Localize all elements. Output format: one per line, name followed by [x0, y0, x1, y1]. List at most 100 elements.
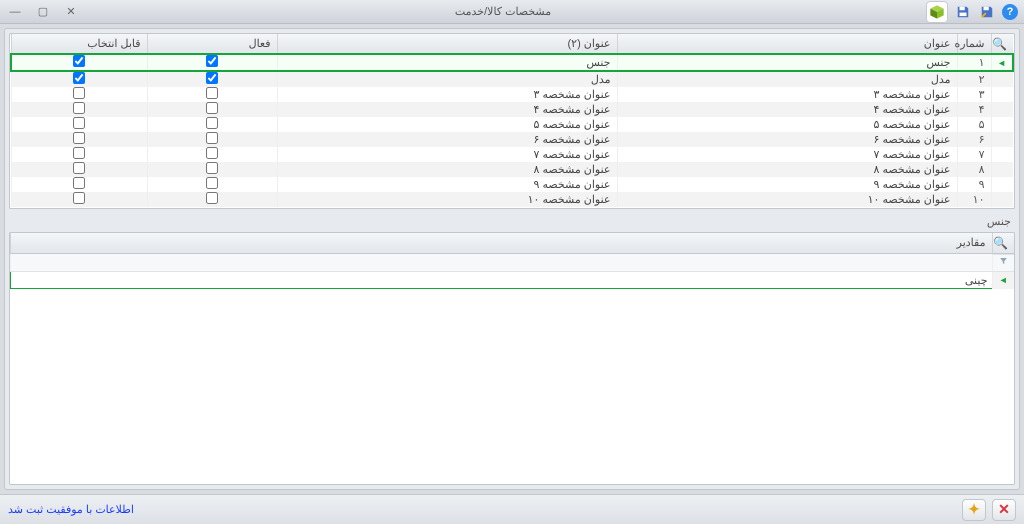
row-handle-icon[interactable]: [991, 192, 1013, 207]
table-row[interactable]: ۵عنوان مشخصه ۵عنوان مشخصه ۵: [11, 117, 1013, 132]
active-checkbox[interactable]: [206, 55, 218, 67]
values-filter-row: [11, 253, 1015, 272]
table-row[interactable]: ۷عنوان مشخصه ۷عنوان مشخصه ۷: [11, 147, 1013, 162]
active-checkbox[interactable]: [206, 132, 218, 144]
cell-selectable: [11, 162, 147, 177]
selectable-checkbox[interactable]: [73, 72, 85, 84]
row-handle-icon[interactable]: [991, 132, 1013, 147]
col-number[interactable]: شماره: [957, 34, 991, 54]
cell-active: [147, 87, 277, 102]
table-row[interactable]: ۳عنوان مشخصه ۳عنوان مشخصه ۳: [11, 87, 1013, 102]
cell-title2: عنوان مشخصه ۶: [277, 132, 617, 147]
maximize-icon[interactable]: ▢: [34, 3, 52, 21]
cell-title1: عنوان مشخصه ۸: [617, 162, 957, 177]
active-checkbox[interactable]: [206, 177, 218, 189]
add-button[interactable]: ✦: [962, 499, 986, 521]
close-icon[interactable]: ✕: [62, 3, 80, 21]
cell-number: ۸: [957, 162, 991, 177]
row-handle-icon[interactable]: [991, 177, 1013, 192]
save-icon[interactable]: [954, 3, 972, 21]
filter-icon[interactable]: [992, 254, 1014, 272]
row-handle-icon[interactable]: [991, 87, 1013, 102]
grid-header-row: 🔍 شماره عنوان عنوان (۲) فعال قابل انتخاب: [11, 34, 1013, 54]
selectable-checkbox[interactable]: [73, 192, 85, 204]
col-selectable[interactable]: قابل انتخاب: [11, 34, 147, 54]
titlebar: ? مشخصات کالا/خدمت — ▢ ✕: [0, 0, 1024, 24]
cell-selectable: [11, 102, 147, 117]
table-row[interactable]: ۲مدلمدل: [11, 71, 1013, 87]
cell-title1: عنوان مشخصه ۵: [617, 117, 957, 132]
cell-active: [147, 54, 277, 71]
cell-active: [147, 192, 277, 207]
cell-number: ۵: [957, 117, 991, 132]
selectable-checkbox[interactable]: [73, 162, 85, 174]
cell-title2: عنوان مشخصه ۳: [277, 87, 617, 102]
table-row[interactable]: ۹عنوان مشخصه ۹عنوان مشخصه ۹: [11, 177, 1013, 192]
filter-cell[interactable]: [11, 253, 993, 272]
values-search-icon[interactable]: 🔍: [992, 233, 1014, 253]
minimize-icon[interactable]: —: [6, 3, 24, 21]
selectable-checkbox[interactable]: [73, 87, 85, 99]
col-values[interactable]: مقادیر: [11, 233, 993, 253]
app-logo-icon: [926, 1, 948, 23]
col-title2[interactable]: عنوان (۲): [277, 34, 617, 54]
col-active[interactable]: فعال: [147, 34, 277, 54]
cell-title2: جنس: [277, 54, 617, 71]
cell-title2: مدل: [277, 71, 617, 87]
cell-selectable: [11, 117, 147, 132]
app-window: ? مشخصات کالا/خدمت — ▢ ✕ 🔍 شماره عنوان: [0, 0, 1024, 524]
cell-number: ۲: [957, 71, 991, 87]
row-handle-icon[interactable]: [991, 71, 1013, 87]
cell-title2: عنوان مشخصه ۹: [277, 177, 617, 192]
cell-number: ۷: [957, 147, 991, 162]
cell-title1: عنوان مشخصه ۷: [617, 147, 957, 162]
active-checkbox[interactable]: [206, 192, 218, 204]
save-exit-icon[interactable]: [978, 3, 996, 21]
cell-selectable: [11, 87, 147, 102]
search-column-icon[interactable]: 🔍: [991, 34, 1013, 54]
help-icon[interactable]: ?: [1002, 4, 1018, 20]
cell-selectable: [11, 177, 147, 192]
table-row[interactable]: ۸عنوان مشخصه ۸عنوان مشخصه ۸: [11, 162, 1013, 177]
cell-number: ۹: [957, 177, 991, 192]
selectable-checkbox[interactable]: [73, 102, 85, 114]
active-checkbox[interactable]: [206, 162, 218, 174]
row-handle-icon[interactable]: ◄: [991, 54, 1013, 71]
selectable-checkbox[interactable]: [73, 117, 85, 129]
col-title1[interactable]: عنوان: [617, 34, 957, 54]
table-row[interactable]: ◄۱جنسجنس: [11, 54, 1013, 71]
cell-title1: عنوان مشخصه ۴: [617, 102, 957, 117]
row-handle-icon[interactable]: [991, 117, 1013, 132]
value-cell-selected[interactable]: چینی: [11, 272, 993, 289]
active-checkbox[interactable]: [206, 102, 218, 114]
window-title: مشخصات کالا/خدمت: [80, 5, 926, 18]
row-handle-icon[interactable]: [991, 102, 1013, 117]
cell-number: ۱۰: [957, 192, 991, 207]
active-checkbox[interactable]: [206, 72, 218, 84]
delete-button[interactable]: ✕: [992, 499, 1016, 521]
active-checkbox[interactable]: [206, 117, 218, 129]
cell-number: ۴: [957, 102, 991, 117]
cell-title1: جنس: [617, 54, 957, 71]
selected-property-label: جنس: [13, 215, 1011, 228]
row-handle-icon[interactable]: [991, 162, 1013, 177]
table-row[interactable]: ۱۰عنوان مشخصه ۱۰عنوان مشخصه ۱۰: [11, 192, 1013, 207]
cell-selectable: [11, 132, 147, 147]
cell-title2: عنوان مشخصه ۷: [277, 147, 617, 162]
cell-title1: عنوان مشخصه ۹: [617, 177, 957, 192]
table-row[interactable]: ۴عنوان مشخصه ۴عنوان مشخصه ۴: [11, 102, 1013, 117]
row-handle-icon[interactable]: ◄: [992, 272, 1014, 289]
values-grid: 🔍 مقادیر ◄ چینی: [9, 232, 1015, 485]
row-handle-icon[interactable]: [991, 147, 1013, 162]
selectable-checkbox[interactable]: [73, 147, 85, 159]
values-row[interactable]: ◄ چینی: [11, 272, 1015, 289]
active-checkbox[interactable]: [206, 147, 218, 159]
table-row[interactable]: ۶عنوان مشخصه ۶عنوان مشخصه ۶: [11, 132, 1013, 147]
cell-selectable: [11, 147, 147, 162]
active-checkbox[interactable]: [206, 87, 218, 99]
cell-title2: عنوان مشخصه ۴: [277, 102, 617, 117]
selectable-checkbox[interactable]: [73, 55, 85, 67]
cell-selectable: [11, 54, 147, 71]
selectable-checkbox[interactable]: [73, 177, 85, 189]
selectable-checkbox[interactable]: [73, 132, 85, 144]
